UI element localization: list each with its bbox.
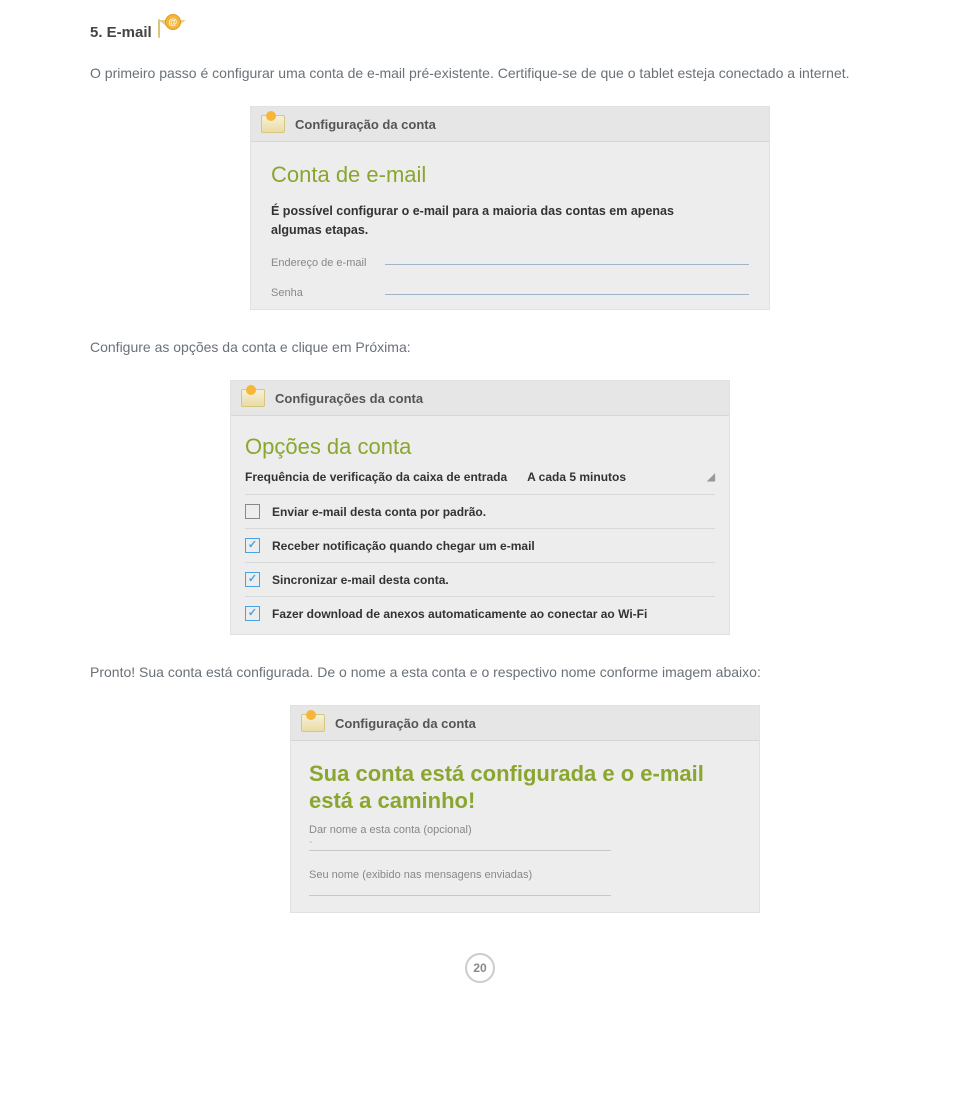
- email-icon: [261, 115, 285, 133]
- email-icon: [241, 389, 265, 407]
- account-name-field-block: Dar nome a esta conta (opcional) -: [309, 824, 741, 851]
- account-name-field[interactable]: -: [309, 836, 611, 851]
- checkbox-icon[interactable]: [245, 504, 260, 519]
- email-icon: @: [158, 20, 188, 44]
- password-field-row: Senha: [271, 287, 749, 299]
- screenshot1-heading: Conta de e-mail: [271, 162, 749, 188]
- account-name-label: Dar nome a esta conta (opcional): [309, 824, 741, 836]
- heading-text: 5. E-mail: [90, 24, 152, 41]
- frequency-label: Frequência de verificação da caixa de en…: [245, 470, 507, 484]
- intro-paragraph: O primeiro passo é configurar uma conta …: [90, 62, 870, 84]
- checkbox-icon[interactable]: ✓: [245, 538, 260, 553]
- screenshot1-desc: É possível configurar o e-mail para a ma…: [271, 202, 701, 238]
- page-number: 20: [465, 953, 495, 983]
- email-field-label: Endereço de e-mail: [271, 257, 371, 269]
- option-label: Enviar e-mail desta conta por padrão.: [272, 505, 486, 519]
- display-name-field[interactable]: [309, 881, 611, 896]
- screenshot2-title-text: Configurações da conta: [275, 391, 423, 406]
- screenshot3-title-text: Configuração da conta: [335, 716, 476, 731]
- option-row[interactable]: ✓ Sincronizar e-mail desta conta.: [245, 563, 715, 597]
- password-field-label: Senha: [271, 287, 371, 299]
- screenshot2-titlebar: Configurações da conta: [231, 381, 729, 416]
- frequency-value: A cada 5 minutos: [527, 470, 626, 484]
- after-paragraph: Pronto! Sua conta está configurada. De o…: [90, 661, 870, 683]
- option-row[interactable]: Enviar e-mail desta conta por padrão.: [245, 495, 715, 529]
- display-name-label: Seu nome (exibido nas mensagens enviadas…: [309, 869, 741, 881]
- email-field-row: Endereço de e-mail: [271, 257, 749, 269]
- screenshot2-heading: Opções da conta: [245, 434, 715, 460]
- screenshot1-title-text: Configuração da conta: [295, 117, 436, 132]
- display-name-field-block: Seu nome (exibido nas mensagens enviadas…: [309, 869, 741, 896]
- option-label: Fazer download de anexos automaticamente…: [272, 607, 647, 621]
- checkbox-icon[interactable]: ✓: [245, 572, 260, 587]
- screenshot3-heading: Sua conta está configurada e o e-mail es…: [309, 761, 741, 814]
- option-row[interactable]: ✓ Fazer download de anexos automaticament…: [245, 597, 715, 630]
- checkbox-icon[interactable]: ✓: [245, 606, 260, 621]
- screenshot1-titlebar: Configuração da conta: [251, 107, 769, 142]
- screenshot-account-done: Configuração da conta Sua conta está con…: [290, 705, 760, 913]
- email-field[interactable]: [385, 264, 749, 265]
- option-label: Receber notificação quando chegar um e-m…: [272, 539, 535, 553]
- screenshot3-titlebar: Configuração da conta: [291, 706, 759, 741]
- option-row[interactable]: ✓ Receber notificação quando chegar um e-…: [245, 529, 715, 563]
- screenshot-account-options: Configurações da conta Opções da conta F…: [230, 380, 730, 635]
- mid-paragraph: Configure as opções da conta e clique em…: [90, 336, 870, 358]
- password-field[interactable]: [385, 294, 749, 295]
- frequency-row[interactable]: Frequência de verificação da caixa de en…: [245, 464, 715, 495]
- screenshot-email-setup: Configuração da conta Conta de e-mail É …: [250, 106, 770, 309]
- email-icon: [301, 714, 325, 732]
- section-heading: 5. E-mail @: [90, 20, 870, 44]
- dropdown-icon: ◢: [707, 472, 715, 483]
- option-label: Sincronizar e-mail desta conta.: [272, 573, 449, 587]
